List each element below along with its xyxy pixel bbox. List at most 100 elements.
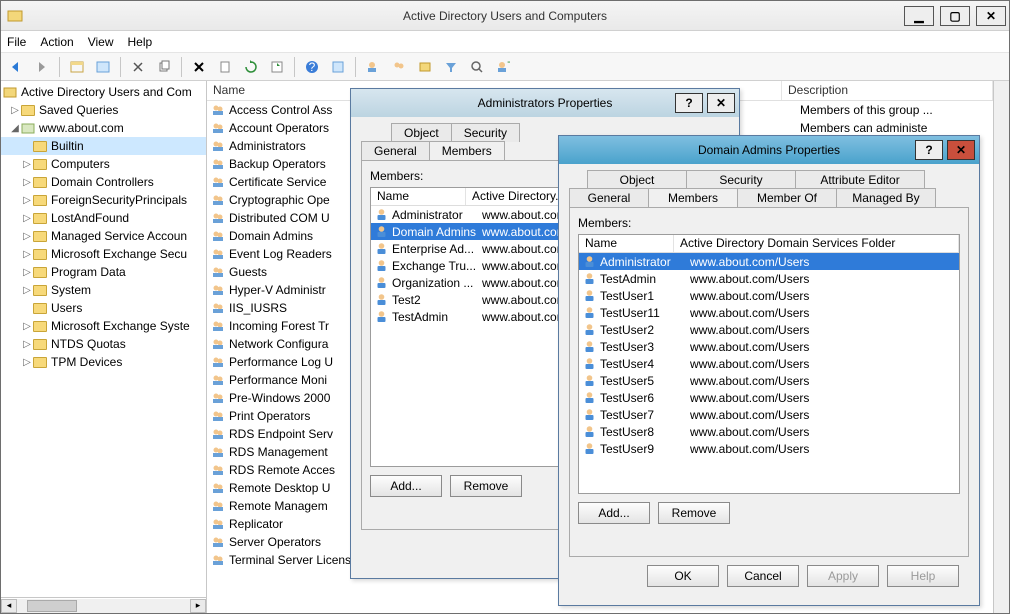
dialog-close-button[interactable]: ✕ bbox=[707, 93, 735, 113]
add-button[interactable]: Add... bbox=[370, 475, 442, 497]
minimize-button[interactable]: ▁ bbox=[904, 6, 934, 26]
tree-node[interactable]: ▷Program Data bbox=[1, 263, 206, 281]
find-button[interactable] bbox=[327, 56, 349, 78]
expand-icon[interactable]: ▷ bbox=[21, 285, 33, 296]
tree-node[interactable]: ▷Computers bbox=[1, 155, 206, 173]
tree-node[interactable]: ▷Microsoft Exchange Secu bbox=[1, 245, 206, 263]
menu-help[interactable]: Help bbox=[128, 35, 153, 49]
expand-icon[interactable]: ▷ bbox=[9, 105, 21, 116]
add-user-to-group-button[interactable]: + bbox=[492, 56, 514, 78]
expand-icon[interactable]: ▷ bbox=[21, 249, 33, 260]
tree-node[interactable]: ▷ForeignSecurityPrincipals bbox=[1, 191, 206, 209]
tab-object[interactable]: Object bbox=[391, 123, 452, 142]
dialog-close-button[interactable]: ✕ bbox=[947, 140, 975, 160]
expand-icon[interactable]: ▷ bbox=[21, 357, 33, 368]
member-row[interactable]: TestUser11www.about.com/Users bbox=[579, 304, 959, 321]
member-row[interactable]: TestUser7www.about.com/Users bbox=[579, 406, 959, 423]
expand-icon[interactable]: ▷ bbox=[21, 213, 33, 224]
member-row[interactable]: Administratorwww.about.com/Users bbox=[579, 253, 959, 270]
collapse-icon[interactable]: ◢ bbox=[9, 123, 21, 134]
tab-attribute-editor[interactable]: Attribute Editor bbox=[795, 170, 925, 189]
remove-button[interactable]: Remove bbox=[450, 475, 522, 497]
tree-node[interactable]: ▷System bbox=[1, 281, 206, 299]
tree-node[interactable]: ▷Managed Service Accoun bbox=[1, 227, 206, 245]
column-folder[interactable]: Active Directory Domain Services Folder bbox=[674, 235, 959, 252]
expand-icon[interactable]: ▷ bbox=[21, 177, 33, 188]
scroll-right-button[interactable]: ▸ bbox=[190, 599, 206, 613]
search-button[interactable] bbox=[466, 56, 488, 78]
cancel-button[interactable]: Cancel bbox=[727, 565, 799, 587]
forward-button[interactable] bbox=[31, 56, 53, 78]
member-row[interactable]: TestUser6www.about.com/Users bbox=[579, 389, 959, 406]
page-button[interactable] bbox=[214, 56, 236, 78]
menu-view[interactable]: View bbox=[88, 35, 114, 49]
scroll-left-button[interactable]: ◂ bbox=[1, 599, 17, 613]
member-row[interactable]: TestUser2www.about.com/Users bbox=[579, 321, 959, 338]
refresh-button[interactable] bbox=[240, 56, 262, 78]
dialog-help-button[interactable]: ? bbox=[915, 140, 943, 160]
help-button[interactable]: Help bbox=[887, 565, 959, 587]
show-hide-tree-button[interactable] bbox=[66, 56, 88, 78]
tree-node[interactable]: ▷TPM Devices bbox=[1, 353, 206, 371]
tab-security[interactable]: Security bbox=[686, 170, 796, 189]
tree-node[interactable]: ▷LostAndFound bbox=[1, 209, 206, 227]
tree-node-saved-queries[interactable]: ▷Saved Queries bbox=[1, 101, 206, 119]
dialog-titlebar[interactable]: Administrators Properties ? ✕ bbox=[351, 89, 739, 117]
tab-members[interactable]: Members bbox=[429, 141, 505, 160]
member-row[interactable]: TestUser4www.about.com/Users bbox=[579, 355, 959, 372]
properties-button[interactable] bbox=[92, 56, 114, 78]
new-user-button[interactable] bbox=[362, 56, 384, 78]
member-row[interactable]: TestUser8www.about.com/Users bbox=[579, 423, 959, 440]
new-ou-button[interactable] bbox=[414, 56, 436, 78]
close-button[interactable]: ✕ bbox=[976, 6, 1006, 26]
column-name[interactable]: Name bbox=[371, 188, 466, 205]
scrollbar-track[interactable] bbox=[17, 599, 190, 613]
remove-button[interactable]: Remove bbox=[658, 502, 730, 524]
tab-members[interactable]: Members bbox=[648, 188, 738, 207]
member-row[interactable]: TestUser9www.about.com/Users bbox=[579, 440, 959, 457]
tab-general[interactable]: General bbox=[361, 141, 430, 160]
expand-icon[interactable]: ▷ bbox=[21, 159, 33, 170]
expand-icon[interactable]: ▷ bbox=[21, 231, 33, 242]
cut-button[interactable] bbox=[127, 56, 149, 78]
help-button[interactable]: ? bbox=[301, 56, 323, 78]
apply-button[interactable]: Apply bbox=[807, 565, 879, 587]
tree-root[interactable]: Active Directory Users and Com bbox=[1, 83, 206, 101]
tree-node[interactable]: ▷NTDS Quotas bbox=[1, 335, 206, 353]
tab-object[interactable]: Object bbox=[587, 170, 687, 189]
menu-file[interactable]: File bbox=[7, 35, 26, 49]
tree-node[interactable]: Users bbox=[1, 299, 206, 317]
tree-node-domain[interactable]: ◢www.about.com bbox=[1, 119, 206, 137]
ok-button[interactable]: OK bbox=[647, 565, 719, 587]
copy-button[interactable] bbox=[153, 56, 175, 78]
scrollbar-thumb[interactable] bbox=[27, 600, 77, 612]
member-row[interactable]: TestUser3www.about.com/Users bbox=[579, 338, 959, 355]
maximize-button[interactable]: ▢ bbox=[940, 6, 970, 26]
expand-icon[interactable]: ▷ bbox=[21, 195, 33, 206]
member-row[interactable]: TestUser5www.about.com/Users bbox=[579, 372, 959, 389]
vertical-scrollbar[interactable] bbox=[993, 81, 1009, 613]
add-button[interactable]: Add... bbox=[578, 502, 650, 524]
tab-security[interactable]: Security bbox=[451, 123, 520, 142]
tree-node[interactable]: Builtin bbox=[1, 137, 206, 155]
column-description[interactable]: Description bbox=[782, 81, 993, 100]
menu-action[interactable]: Action bbox=[40, 35, 73, 49]
delete-button[interactable] bbox=[188, 56, 210, 78]
tab-managed-by[interactable]: Managed By bbox=[836, 188, 936, 207]
member-row[interactable]: TestUser1www.about.com/Users bbox=[579, 287, 959, 304]
filter-button[interactable] bbox=[440, 56, 462, 78]
dialog-help-button[interactable]: ? bbox=[675, 93, 703, 113]
back-button[interactable] bbox=[5, 56, 27, 78]
tab-member-of[interactable]: Member Of bbox=[737, 188, 837, 207]
export-button[interactable] bbox=[266, 56, 288, 78]
tab-general[interactable]: General bbox=[569, 188, 649, 207]
tree-node[interactable]: ▷Microsoft Exchange Syste bbox=[1, 317, 206, 335]
member-row[interactable]: TestAdminwww.about.com/Users bbox=[579, 270, 959, 287]
expand-icon[interactable]: ▷ bbox=[21, 321, 33, 332]
dialog-titlebar[interactable]: Domain Admins Properties ? ✕ bbox=[559, 136, 979, 164]
horizontal-scrollbar[interactable]: ◂ ▸ bbox=[1, 597, 206, 613]
expand-icon[interactable]: ▷ bbox=[21, 339, 33, 350]
new-group-button[interactable] bbox=[388, 56, 410, 78]
expand-icon[interactable]: ▷ bbox=[21, 267, 33, 278]
column-name[interactable]: Name bbox=[579, 235, 674, 252]
